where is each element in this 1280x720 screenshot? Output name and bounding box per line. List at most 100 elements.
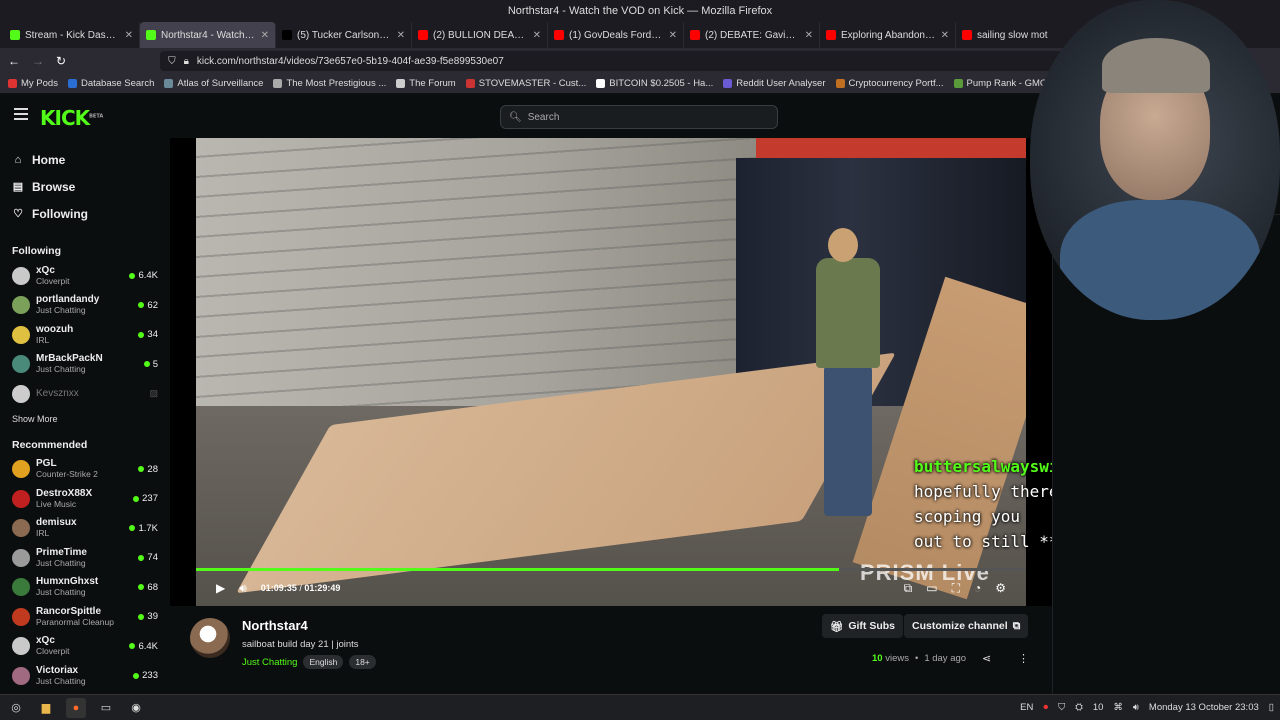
browse-icon: ▤ — [12, 180, 24, 193]
close-icon[interactable]: ✕ — [941, 30, 949, 41]
files-icon[interactable]: ▆ — [36, 698, 56, 718]
share-icon[interactable]: ⋖ — [982, 652, 991, 665]
browser-tab[interactable]: (2) BULLION DEALER SH ✕ — [412, 22, 548, 48]
bookmark-favicon-icon — [164, 79, 174, 88]
bookmark-item[interactable]: Atlas of Surveillance — [164, 78, 263, 89]
close-icon[interactable]: ✕ — [805, 30, 813, 41]
more-options-icon[interactable]: ⋮ — [1018, 652, 1029, 665]
browser-tab[interactable]: Stream - Kick Dashboard ✕ — [4, 22, 140, 48]
lock-icon[interactable]: 🔒︎ — [184, 56, 189, 67]
show-more-button[interactable]: Show More — [0, 409, 170, 429]
play-icon[interactable]: ▶ — [216, 581, 225, 595]
volume-tray-icon[interactable]: 🔊︎ — [1133, 702, 1139, 713]
progress-bar[interactable] — [196, 568, 1026, 571]
firefox-icon[interactable]: ● — [66, 697, 86, 718]
channel-item-category: IRL — [36, 528, 50, 539]
channel-name[interactable]: Northstar4 — [242, 618, 308, 633]
search-input[interactable]: 🔍︎ Search — [500, 105, 778, 129]
kick-logo[interactable]: KICKBETA — [40, 106, 103, 130]
theater-mode-icon[interactable]: ▭ — [926, 581, 937, 595]
channel-item[interactable]: woozuh IRL 34 — [0, 320, 170, 350]
search-icon: 🔍︎ — [509, 111, 522, 123]
obs-icon[interactable]: ◉ — [126, 698, 146, 718]
shield-icon[interactable]: ⛉ — [168, 56, 176, 67]
close-icon[interactable]: ✕ — [261, 30, 269, 41]
avatar — [12, 384, 30, 403]
channel-item[interactable]: HumxnGhxst Just Chatting 68 — [0, 573, 170, 603]
bookmark-item[interactable]: Cryptocurrency Portf... — [835, 78, 944, 89]
channel-item[interactable]: demisux IRL 1.7K — [0, 514, 170, 544]
close-icon[interactable]: ✕ — [125, 30, 133, 41]
menu-icon[interactable] — [14, 108, 28, 120]
fullscreen-icon[interactable]: ⛶ — [952, 581, 960, 596]
settings-gear-icon[interactable]: ⚙ — [995, 581, 1006, 595]
channel-item[interactable]: DestroX88X Live Music 237 — [0, 484, 170, 514]
close-icon[interactable]: ✕ — [397, 30, 405, 41]
speed-icon[interactable]: ◔ — [974, 581, 981, 595]
forward-icon[interactable]: → — [32, 54, 44, 68]
channel-item[interactable]: portlandandy Just Chatting 62 — [0, 291, 170, 321]
browser-tab[interactable]: Northstar4 - Watch the V ✕ — [140, 22, 276, 48]
video-player[interactable]: buttersalwayswins@kick:~$ hopefully ther… — [170, 138, 1155, 606]
reload-icon[interactable]: ↻ — [56, 54, 66, 68]
start-menu-icon[interactable]: ◎ — [6, 698, 26, 718]
channel-item-category: Live Music — [36, 498, 77, 509]
nav-item-home[interactable]: ⌂ Home — [12, 146, 158, 173]
gift-icon: 🎁︎ — [830, 620, 844, 633]
channel-item[interactable]: xQc Cloverpit 6.4K — [0, 632, 170, 662]
close-icon[interactable]: ✕ — [669, 30, 677, 41]
bookmark-item[interactable]: Database Search — [67, 78, 154, 89]
avatar — [12, 460, 30, 479]
desktop-icon[interactable]: ▯ — [1269, 702, 1274, 713]
channel-item[interactable]: Kevsznxx ▨ — [0, 379, 170, 409]
channel-item[interactable]: MrBackPackN Just Chatting 5 — [0, 350, 170, 380]
network-icon[interactable]: ⌘ — [1113, 702, 1123, 713]
clock[interactable]: Monday 13 October 23:03 — [1149, 702, 1259, 713]
update-icon[interactable]: ⛭ — [1075, 702, 1083, 713]
terminal-icon[interactable]: ▭ — [96, 698, 116, 718]
browser-tab[interactable]: Exploring Abandoned F ✕ — [820, 22, 956, 48]
video-frame[interactable] — [196, 138, 1026, 606]
channel-item-name: demisux — [36, 517, 77, 529]
avatar — [12, 578, 30, 597]
notification-count[interactable]: 10 — [1093, 702, 1104, 713]
channel-item-category: Just Chatting — [36, 675, 86, 686]
back-icon[interactable]: ← — [8, 54, 20, 68]
category-link[interactable]: Just Chatting — [242, 657, 297, 668]
bookmark-item[interactable]: My Pods — [8, 78, 58, 89]
browser-tab[interactable]: (2) DEBATE: Gavin McInn ✕ — [684, 22, 820, 48]
time-display: 01:09:35 / 01:29:49 — [260, 583, 341, 593]
bookmark-item[interactable]: The Forum — [396, 78, 456, 89]
nav-item-browse[interactable]: ▤ Browse — [12, 173, 158, 200]
channel-item[interactable]: PrimeTime Just Chatting 74 — [0, 543, 170, 573]
bookmark-item[interactable]: BITCOIN $0.2505 - Ha... — [596, 78, 713, 89]
language-tag[interactable]: English — [303, 655, 344, 669]
customize-channel-button[interactable]: Customize channel ⧉ — [904, 614, 1029, 638]
browser-tab[interactable]: (1) GovDeals Ford F150 - ✕ — [548, 22, 684, 48]
gift-subs-button[interactable]: 🎁︎ Gift Subs — [822, 614, 904, 638]
close-icon[interactable]: ✕ — [533, 30, 541, 41]
tab-favicon-icon — [554, 30, 564, 40]
bookmark-item[interactable]: Reddit User Analyser — [723, 78, 826, 89]
viewer-count: 28 — [138, 464, 158, 475]
keyboard-layout[interactable]: EN — [1020, 702, 1033, 713]
clip-icon[interactable]: ⧉ — [904, 581, 913, 596]
tab-favicon-icon — [418, 30, 428, 40]
site-header: KICKBETA 🔍︎ Search — [0, 94, 1050, 138]
volume-icon[interactable]: 🔊︎ — [239, 581, 247, 596]
channel-item[interactable]: RancorSpittle Paranormal Cleanup 39 — [0, 602, 170, 632]
browser-tab[interactable]: (5) Tucker Carlson on X: ✕ — [276, 22, 412, 48]
url-text[interactable]: kick.com/northstar4/videos/73e657e0-5b19… — [197, 56, 504, 67]
channel-item[interactable]: PGL Counter-Strike 2 28 — [0, 455, 170, 485]
bookmark-item[interactable]: STOVEMASTER - Cust... — [465, 78, 586, 89]
webcam-overlay — [1030, 0, 1280, 320]
bookmark-favicon-icon — [67, 79, 77, 88]
channel-item[interactable]: Victoriax Just Chatting 233 — [0, 661, 170, 691]
age-tag[interactable]: 18+ — [349, 655, 376, 669]
bookmark-item[interactable]: The Most Prestigious ... — [273, 78, 386, 89]
channel-avatar[interactable] — [190, 618, 230, 658]
record-icon[interactable]: ⏺ — [1043, 702, 1048, 713]
channel-item[interactable]: xQc Cloverpit 6.4K — [0, 261, 170, 291]
nav-item-following[interactable]: ♡ Following — [12, 200, 158, 227]
security-icon[interactable]: ⛉ — [1058, 702, 1065, 713]
